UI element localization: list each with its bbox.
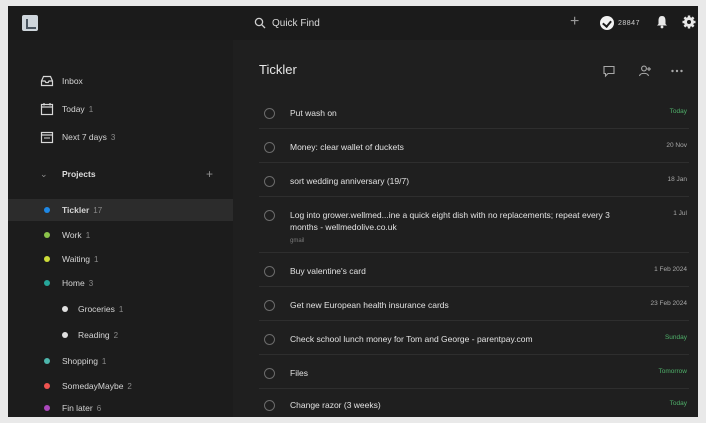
task-row[interactable]: Money: clear wallet of duckets 20 Nov [259, 134, 689, 163]
top-bar: Quick Find + 28847 [8, 6, 698, 40]
task-row[interactable]: Log into grower.wellmed...ine a quick ei… [259, 202, 689, 253]
search-icon [254, 17, 266, 29]
task-row[interactable]: Put wash on Today [259, 100, 689, 129]
task-complete-checkbox[interactable] [264, 334, 275, 345]
task-complete-checkbox[interactable] [264, 176, 275, 187]
sidebar-item-inbox[interactable]: Inbox [8, 70, 233, 92]
karma-value: 28847 [618, 19, 640, 27]
sidebar-item-waiting[interactable]: Waiting 1 [8, 248, 233, 270]
calendar-today-icon [40, 103, 54, 116]
sidebar-item-label: Work 1 [62, 230, 91, 240]
task-due-date: Sunday [664, 334, 687, 341]
project-color-dot [44, 280, 50, 286]
task-row[interactable]: Get new European health insurance cards … [259, 292, 689, 321]
task-due-date: 23 Feb 2024 [650, 300, 687, 307]
sidebar-item-label: Today 1 [62, 104, 94, 114]
task-title[interactable]: sort wedding anniversary (19/7) [290, 175, 620, 187]
task-complete-checkbox[interactable] [264, 300, 275, 311]
sidebar-item-shopping[interactable]: Shopping 1 [8, 350, 233, 372]
task-due-date: 20 Nov [666, 142, 687, 149]
add-task-icon[interactable]: + [570, 14, 579, 30]
quick-find-search[interactable]: Quick Find [254, 14, 544, 32]
sidebar-item-label: Home 3 [62, 278, 94, 288]
project-color-dot [44, 232, 50, 238]
task-row[interactable]: Change razor (3 weeks) Today [259, 392, 689, 416]
sidebar-item-work[interactable]: Work 1 [8, 224, 233, 246]
inbox-icon [40, 75, 54, 87]
karma-button[interactable]: 28847 [600, 16, 640, 30]
sidebar-item-next-7-days[interactable]: Next 7 days 3 [8, 126, 233, 148]
task-title[interactable]: Files [290, 367, 620, 379]
task-subtext: gmail [290, 238, 305, 244]
sidebar-item-label: Next 7 days 3 [62, 132, 116, 142]
task-title[interactable]: Check school lunch money for Tom and Geo… [290, 333, 620, 345]
task-complete-checkbox[interactable] [264, 142, 275, 153]
sidebar-item-label: Reading 2 [78, 330, 119, 340]
task-complete-checkbox[interactable] [264, 368, 275, 379]
task-title[interactable]: Change razor (3 weeks) [290, 399, 620, 411]
project-color-dot [62, 332, 68, 338]
karma-check-icon [600, 16, 614, 30]
sidebar-item-groceries[interactable]: Groceries 1 [8, 298, 233, 320]
projects-label: Projects [62, 169, 96, 179]
project-color-dot [44, 207, 50, 213]
search-label: Quick Find [272, 17, 320, 29]
task-title[interactable]: Money: clear wallet of duckets [290, 141, 620, 153]
task-due-date: Tomorrow [658, 368, 687, 375]
sidebar-item-today[interactable]: Today 1 [8, 98, 233, 120]
comment-icon[interactable] [602, 64, 616, 78]
main-content: Tickler Put wash on Today Money: clear w… [233, 40, 698, 417]
notifications-bell-icon[interactable] [656, 15, 668, 29]
task-complete-checkbox[interactable] [264, 210, 275, 221]
project-color-dot [44, 405, 50, 411]
sidebar-item-label: Inbox [62, 76, 83, 86]
app-logo-icon[interactable] [22, 15, 38, 31]
sidebar-item-label: Fin later 6 [62, 403, 102, 413]
sidebar-item-home[interactable]: Home 3 [8, 272, 233, 294]
task-due-date: 1 Jul [673, 210, 687, 217]
sidebar: Inbox Today 1 Next 7 days 3 ⌄ Projects +… [8, 40, 233, 417]
project-color-dot [44, 383, 50, 389]
sidebar-item-fin-later[interactable]: Fin later 6 [8, 397, 233, 417]
sidebar-item-label: SomedayMaybe 2 [62, 381, 132, 391]
task-title[interactable]: Get new European health insurance cards [290, 299, 620, 311]
task-complete-checkbox[interactable] [264, 400, 275, 411]
task-due-date: Today [669, 400, 687, 407]
calendar-week-icon [40, 131, 54, 144]
sidebar-item-label: Groceries 1 [78, 304, 124, 314]
task-title[interactable]: Log into grower.wellmed...ine a quick ei… [290, 209, 620, 233]
task-row[interactable]: Buy valentine's card 1 Feb 2024 [259, 258, 689, 287]
sidebar-item-tickler[interactable]: Tickler 17 [8, 199, 233, 221]
task-row[interactable]: Check school lunch money for Tom and Geo… [259, 326, 689, 355]
sidebar-projects-header[interactable]: ⌄ Projects + [8, 163, 233, 185]
task-title[interactable]: Put wash on [290, 107, 620, 119]
chevron-down-icon[interactable]: ⌄ [40, 169, 48, 180]
sidebar-item-somedaymaybe[interactable]: SomedayMaybe 2 [8, 375, 233, 397]
task-title[interactable]: Buy valentine's card [290, 265, 620, 277]
page-title: Tickler [259, 62, 297, 77]
share-user-icon[interactable] [638, 64, 652, 78]
project-color-dot [44, 256, 50, 262]
sidebar-item-label: Waiting 1 [62, 254, 99, 264]
task-complete-checkbox[interactable] [264, 108, 275, 119]
settings-gear-icon[interactable] [682, 15, 696, 29]
sidebar-item-reading[interactable]: Reading 2 [8, 324, 233, 346]
more-options-icon[interactable] [670, 64, 684, 78]
task-row[interactable]: Files Tomorrow [259, 360, 689, 389]
add-project-icon[interactable]: + [206, 167, 213, 181]
task-due-date: 1 Feb 2024 [654, 266, 687, 273]
task-due-date: Today [669, 108, 687, 115]
sidebar-item-label: Shopping 1 [62, 356, 107, 366]
project-color-dot [44, 358, 50, 364]
task-row[interactable]: sort wedding anniversary (19/7) 18 Jan [259, 168, 689, 197]
task-due-date: 18 Jan [667, 176, 687, 183]
project-color-dot [62, 306, 68, 312]
sidebar-item-label: Tickler 17 [62, 205, 103, 215]
app-window: Quick Find + 28847 Inbox Today 1 Next 7 … [8, 6, 698, 417]
task-complete-checkbox[interactable] [264, 266, 275, 277]
